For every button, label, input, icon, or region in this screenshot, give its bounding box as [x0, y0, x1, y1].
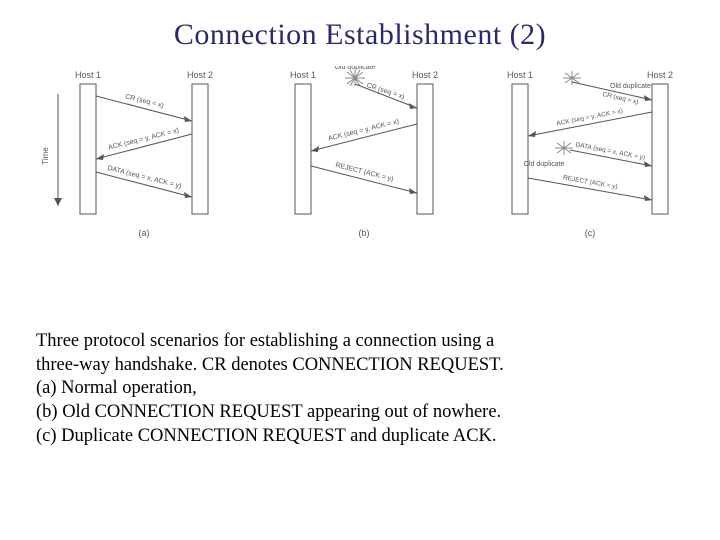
msg-c3-head	[644, 161, 652, 167]
host1-lifeline	[295, 84, 311, 214]
host2-label: Host 2	[647, 70, 673, 80]
slide-title: Connection Establishment (2)	[0, 0, 720, 52]
msg-c1-head	[644, 95, 652, 101]
time-arrowhead	[54, 198, 62, 206]
panel-b-svg: Host 1 Host 2 Old duplicate CR (seq = x)	[255, 66, 465, 246]
old-duplicate-label: Old duplicate	[335, 66, 376, 71]
caption-line: (b) Old CONNECTION REQUEST appearing out…	[36, 401, 684, 425]
host1-label: Host 1	[507, 70, 533, 80]
old-duplicate-label: Old duplicate	[610, 83, 651, 90]
host2-label: Host 2	[187, 70, 213, 80]
msg-c4-head	[644, 195, 652, 201]
old-duplicate-icon	[563, 71, 581, 85]
caption-line: Three protocol scenarios for establishin…	[36, 330, 684, 354]
msg-b2-label: ACK (seq = y, ACK = x)	[328, 118, 400, 142]
panel-b-label: (b)	[359, 228, 370, 238]
host2-lifeline	[192, 84, 208, 214]
host1-label: Host 1	[75, 70, 101, 80]
host2-label: Host 2	[412, 70, 438, 80]
panel-c: Host 1 Host 2 Old duplicate CR (seq = x)	[480, 66, 690, 246]
host1-label: Host 1	[290, 70, 316, 80]
msg-c4-label: REJECT (ACK = y)	[562, 174, 618, 191]
caption-line: (c) Duplicate CONNECTION REQUEST and dup…	[36, 425, 684, 449]
old-duplicate-icon	[345, 70, 365, 86]
old-duplicate-label: Old duplicate	[524, 161, 565, 168]
panel-c-svg: Host 1 Host 2 Old duplicate CR (seq = x)	[480, 66, 690, 246]
figure-row: Host 1 Host 2 Time CR (seq = x) ACK (seq…	[0, 52, 720, 246]
msg-c2-head	[528, 131, 536, 137]
panel-c-label: (c)	[585, 228, 596, 238]
msg-b1-label: CR (seq = x)	[366, 82, 406, 101]
caption-line: three-way handshake. CR denotes CONNECTI…	[36, 354, 684, 378]
caption-line: (a) Normal operation,	[36, 377, 684, 401]
msg-b3-head	[409, 188, 417, 194]
panel-b: Host 1 Host 2 Old duplicate CR (seq = x)	[255, 66, 465, 246]
host2-lifeline	[652, 84, 668, 214]
time-label: Time	[41, 147, 50, 165]
msg-a3-head	[184, 192, 192, 198]
msg-a1-label: CR (seq = x)	[124, 93, 164, 109]
msg-b2-head	[311, 146, 319, 152]
caption-block: Three protocol scenarios for establishin…	[36, 330, 684, 448]
host1-lifeline	[512, 84, 528, 214]
panel-a: Host 1 Host 2 Time CR (seq = x) ACK (seq…	[30, 66, 240, 246]
old-duplicate-icon	[555, 141, 573, 155]
msg-a2-head	[96, 154, 104, 160]
panel-a-svg: Host 1 Host 2 Time CR (seq = x) ACK (seq…	[30, 66, 240, 246]
msg-a1-head	[184, 116, 192, 122]
msg-b1-head	[409, 103, 417, 109]
host1-lifeline	[80, 84, 96, 214]
msg-c3-label: DATA (seq = x, ACK = y)	[575, 141, 646, 161]
host2-lifeline	[417, 84, 433, 214]
slide: Connection Establishment (2) Host 1 Host…	[0, 0, 720, 540]
panel-a-label: (a)	[139, 228, 150, 238]
